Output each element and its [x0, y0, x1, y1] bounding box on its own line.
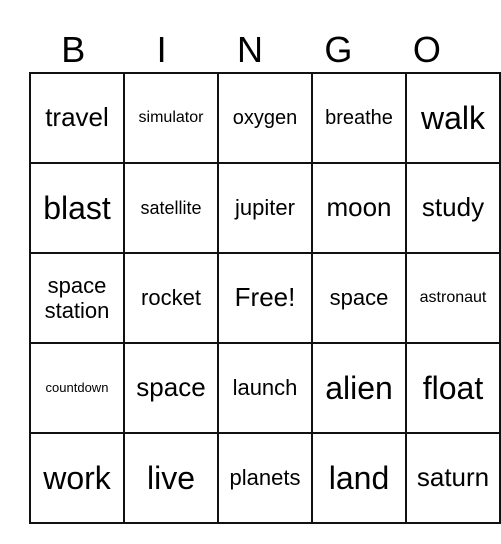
- bingo-cell[interactable]: work: [29, 432, 125, 524]
- bingo-cell[interactable]: simulator: [123, 72, 219, 164]
- board-row: space station rocket Free! space astrona…: [29, 252, 501, 344]
- bingo-cell[interactable]: oxygen: [217, 72, 313, 164]
- bingo-cell[interactable]: travel: [29, 72, 125, 164]
- bingo-cell[interactable]: moon: [311, 162, 407, 254]
- bingo-board: travel simulator oxygen breathe walk bla…: [29, 72, 501, 524]
- bingo-cell[interactable]: launch: [217, 342, 313, 434]
- board-row: blast satellite jupiter moon study: [29, 162, 501, 254]
- bingo-cell[interactable]: space station: [29, 252, 125, 344]
- board-row: work live planets land saturn: [29, 432, 501, 524]
- bingo-cell[interactable]: space: [311, 252, 407, 344]
- bingo-cell[interactable]: jupiter: [217, 162, 313, 254]
- bingo-cell[interactable]: space: [123, 342, 219, 434]
- header-letter-o: O: [412, 29, 441, 70]
- bingo-cell[interactable]: countdown: [29, 342, 125, 434]
- bingo-cell[interactable]: study: [405, 162, 501, 254]
- header-letter-g: G: [324, 29, 353, 70]
- bingo-cell[interactable]: rocket: [123, 252, 219, 344]
- board-row: countdown space launch alien float: [29, 342, 501, 434]
- bingo-cell[interactable]: saturn: [405, 432, 501, 524]
- bingo-cell[interactable]: alien: [311, 342, 407, 434]
- header-letter-n: N: [237, 29, 264, 70]
- header-letter-i: I: [156, 29, 167, 70]
- bingo-cell[interactable]: float: [405, 342, 501, 434]
- bingo-cell[interactable]: walk: [405, 72, 501, 164]
- bingo-cell[interactable]: breathe: [311, 72, 407, 164]
- bingo-cell[interactable]: land: [311, 432, 407, 524]
- bingo-cell[interactable]: blast: [29, 162, 125, 254]
- bingo-header: B I N G O: [29, 28, 471, 72]
- bingo-cell[interactable]: satellite: [123, 162, 219, 254]
- bingo-cell[interactable]: planets: [217, 432, 313, 524]
- bingo-cell[interactable]: astronaut: [405, 252, 501, 344]
- bingo-cell[interactable]: live: [123, 432, 219, 524]
- board-row: travel simulator oxygen breathe walk: [29, 72, 501, 164]
- header-letter-b: B: [61, 29, 86, 70]
- free-space-cell[interactable]: Free!: [217, 252, 313, 344]
